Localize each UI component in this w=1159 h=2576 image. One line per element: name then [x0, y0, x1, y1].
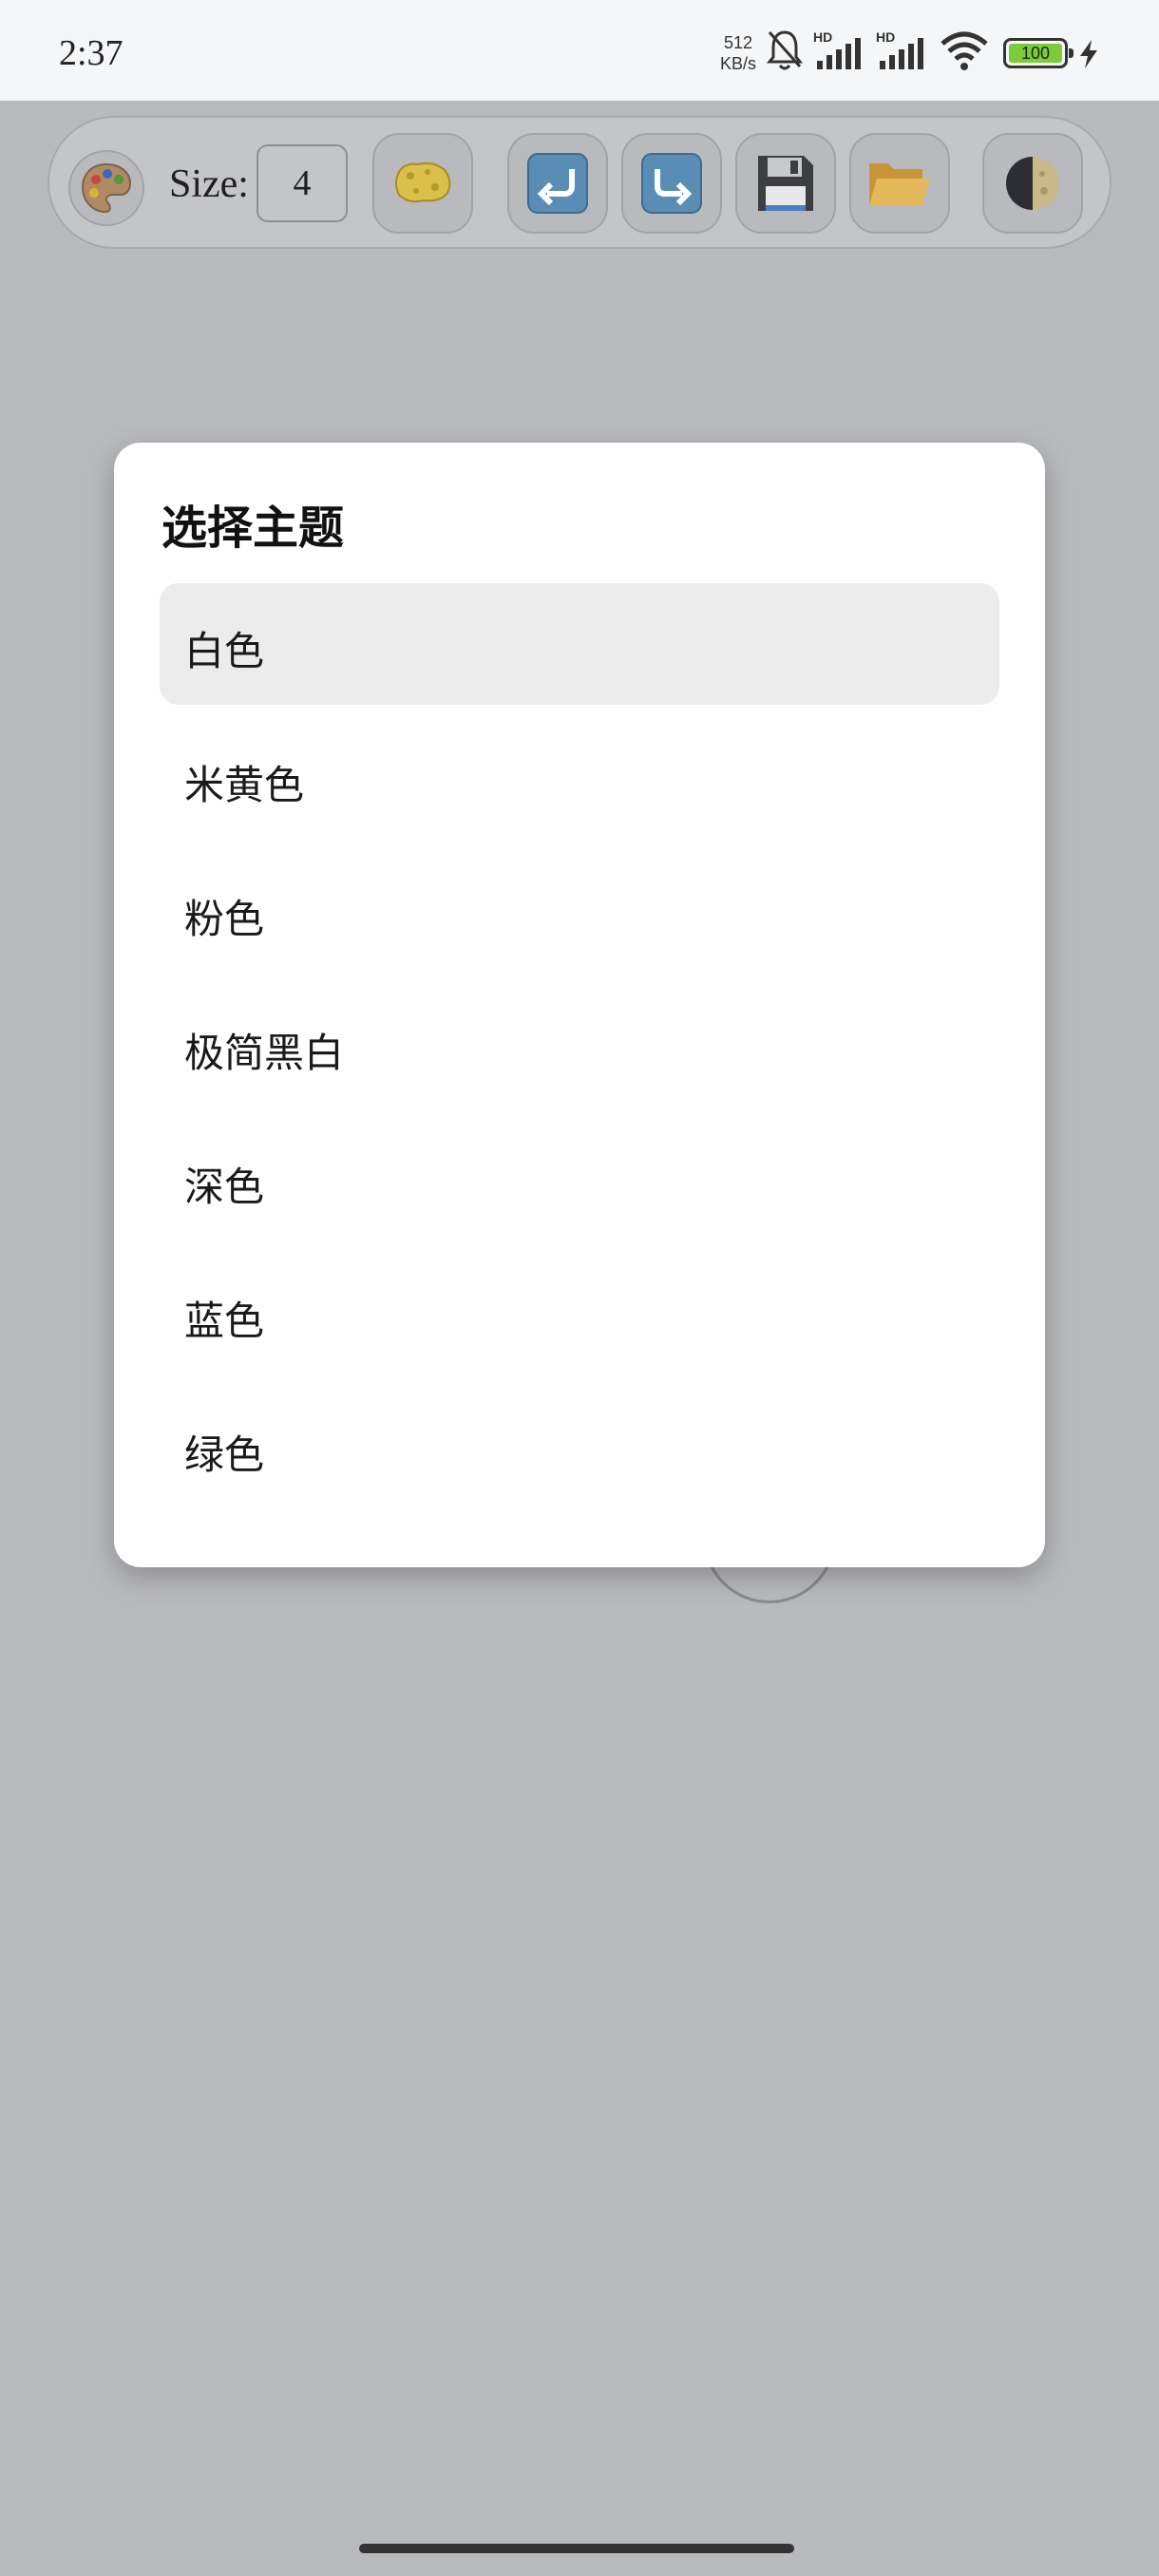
- theme-option-beige[interactable]: 米黄色: [160, 717, 999, 839]
- battery-level: 100: [1009, 44, 1062, 63]
- theme-option-label: 白色: [184, 628, 265, 674]
- theme-option-pink[interactable]: 粉色: [160, 851, 999, 973]
- theme-option-label: 深色: [184, 1164, 265, 1210]
- charging-icon: [1080, 40, 1097, 68]
- signal-hd-2-icon: HD: [876, 29, 923, 69]
- theme-option-label: 极简黑白: [184, 1030, 345, 1076]
- theme-option-white[interactable]: 白色: [160, 583, 999, 705]
- status-bar: 2:37 512 KB/s HD HD 100: [0, 0, 1159, 101]
- theme-option-green[interactable]: 绿色: [160, 1387, 999, 1508]
- theme-option-label: 粉色: [184, 896, 265, 942]
- redo-icon: [641, 153, 702, 214]
- theme-option-label: 绿色: [184, 1431, 265, 1478]
- theme-option-minimal-bw[interactable]: 极简黑白: [160, 985, 999, 1107]
- theme-option-label: 蓝色: [184, 1297, 265, 1344]
- battery-icon: 100: [1003, 38, 1074, 68]
- network-speed: 512 KB/s: [714, 32, 762, 74]
- wifi-icon: [940, 31, 988, 70]
- theme-dialog: 选择主题 白色 米黄色 粉色 极简黑白 深色 蓝色 绿色: [114, 443, 1045, 1567]
- undo-icon: [527, 153, 588, 214]
- network-speed-unit: KB/s: [719, 54, 756, 73]
- signal-hd-1-icon: HD: [813, 29, 861, 69]
- undo-button[interactable]: [507, 133, 608, 234]
- theme-moon-icon: [1006, 157, 1059, 210]
- save-icon: [758, 156, 813, 211]
- theme-option-dark[interactable]: 深色: [160, 1119, 999, 1241]
- svg-text:HD: HD: [813, 29, 832, 45]
- size-input[interactable]: 4: [256, 144, 348, 222]
- size-label: Size:: [169, 162, 249, 206]
- redo-button[interactable]: [621, 133, 722, 234]
- home-indicator[interactable]: [359, 2544, 794, 2553]
- theme-option-label: 米黄色: [184, 762, 305, 808]
- palette-button[interactable]: [68, 150, 144, 226]
- theme-button[interactable]: [982, 133, 1083, 234]
- open-button[interactable]: [849, 133, 950, 234]
- save-button[interactable]: [735, 133, 836, 234]
- palette-icon: [81, 162, 132, 214]
- dialog-title: 选择主题: [162, 502, 345, 555]
- sponge-icon: [395, 161, 451, 203]
- toolbar: Size: 4: [48, 116, 1112, 249]
- open-folder-icon: [869, 163, 930, 205]
- mute-bell-icon: [766, 30, 804, 70]
- network-speed-value: 512: [723, 33, 753, 52]
- status-time: 2:37: [59, 33, 124, 73]
- theme-option-blue[interactable]: 蓝色: [160, 1253, 999, 1374]
- svg-text:HD: HD: [876, 29, 895, 45]
- eraser-button[interactable]: [372, 133, 473, 234]
